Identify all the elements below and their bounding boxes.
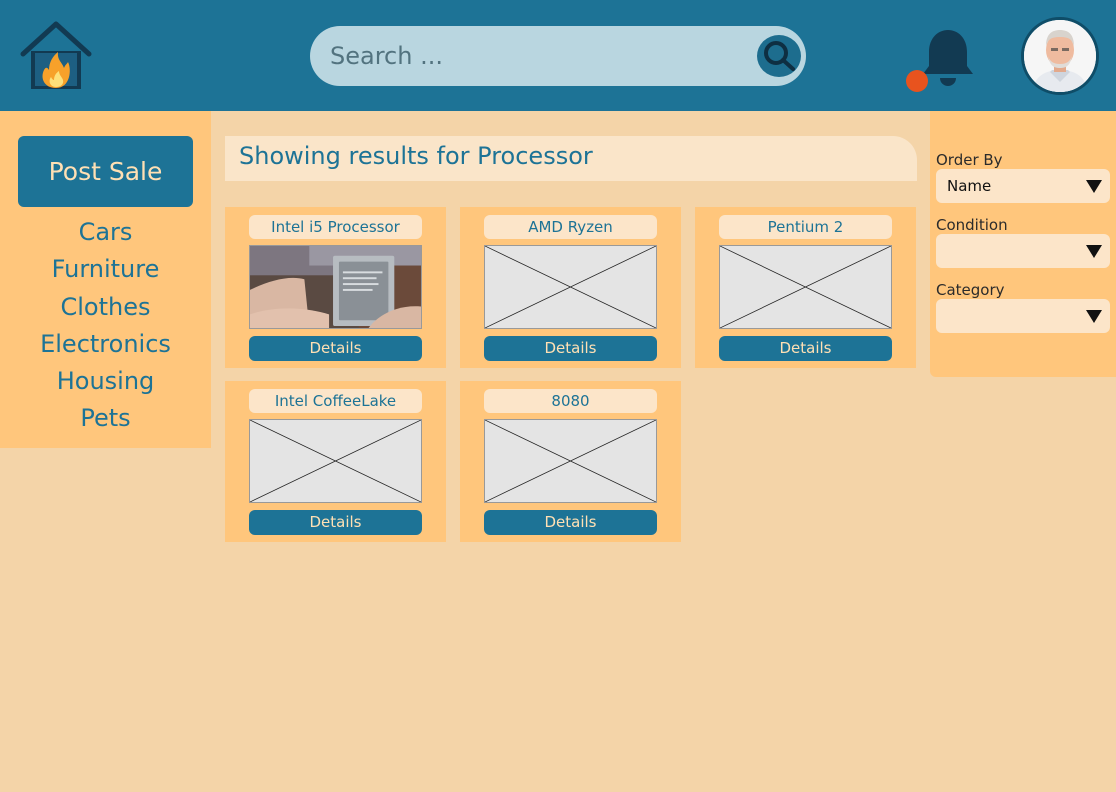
listing-card: Intel CoffeeLake Details (225, 381, 446, 542)
results-heading: Showing results for Processor (239, 142, 593, 170)
user-avatar[interactable] (1021, 17, 1099, 95)
category-sidebar: Post Sale Cars Furniture Clothes Electro… (0, 111, 211, 448)
category-item-furniture[interactable]: Furniture (0, 251, 211, 288)
image-placeholder-icon[interactable] (249, 419, 422, 503)
condition-label: Condition (936, 216, 1008, 234)
category-select[interactable] (936, 299, 1110, 333)
listing-title: 8080 (484, 389, 657, 413)
search-bar (310, 26, 806, 86)
details-button[interactable]: Details (719, 336, 892, 361)
image-placeholder-icon[interactable] (719, 245, 892, 329)
condition-select[interactable] (936, 234, 1110, 268)
results-heading-bar: Showing results for Processor (225, 136, 917, 181)
search-input[interactable] (330, 38, 750, 74)
category-item-clothes[interactable]: Clothes (0, 289, 211, 326)
listing-card: Intel i5 Processor Details (225, 207, 446, 368)
dropdown-arrow-icon (1086, 245, 1102, 258)
listing-card: AMD Ryzen Details (460, 207, 681, 368)
top-header (0, 0, 1116, 111)
category-item-electronics[interactable]: Electronics (0, 326, 211, 363)
order-by-label: Order By (936, 151, 1003, 169)
order-by-value: Name (947, 177, 992, 195)
details-button[interactable]: Details (249, 510, 422, 535)
listing-card: 8080 Details (460, 381, 681, 542)
filter-panel: Order By Name Condition Category (930, 111, 1116, 377)
order-by-select[interactable]: Name (936, 169, 1110, 203)
listing-title: Intel i5 Processor (249, 215, 422, 239)
listing-title: AMD Ryzen (484, 215, 657, 239)
category-item-cars[interactable]: Cars (0, 214, 211, 251)
post-sale-button[interactable]: Post Sale (18, 136, 193, 207)
listing-title: Pentium 2 (719, 215, 892, 239)
search-icon[interactable] (757, 35, 801, 77)
category-list: Cars Furniture Clothes Electronics Housi… (0, 214, 211, 438)
details-button[interactable]: Details (484, 336, 657, 361)
listing-photo[interactable] (249, 245, 422, 329)
dropdown-arrow-icon (1086, 180, 1102, 193)
category-item-pets[interactable]: Pets (0, 400, 211, 437)
details-button[interactable]: Details (484, 510, 657, 535)
house-fire-icon[interactable] (20, 20, 92, 92)
bell-icon[interactable] (903, 26, 973, 94)
category-label: Category (936, 281, 1005, 299)
image-placeholder-icon[interactable] (484, 419, 657, 503)
listing-card: Pentium 2 Details (695, 207, 916, 368)
notification-dot (906, 70, 928, 92)
image-placeholder-icon[interactable] (484, 245, 657, 329)
listing-title: Intel CoffeeLake (249, 389, 422, 413)
details-button[interactable]: Details (249, 336, 422, 361)
dropdown-arrow-icon (1086, 310, 1102, 323)
category-item-housing[interactable]: Housing (0, 363, 211, 400)
